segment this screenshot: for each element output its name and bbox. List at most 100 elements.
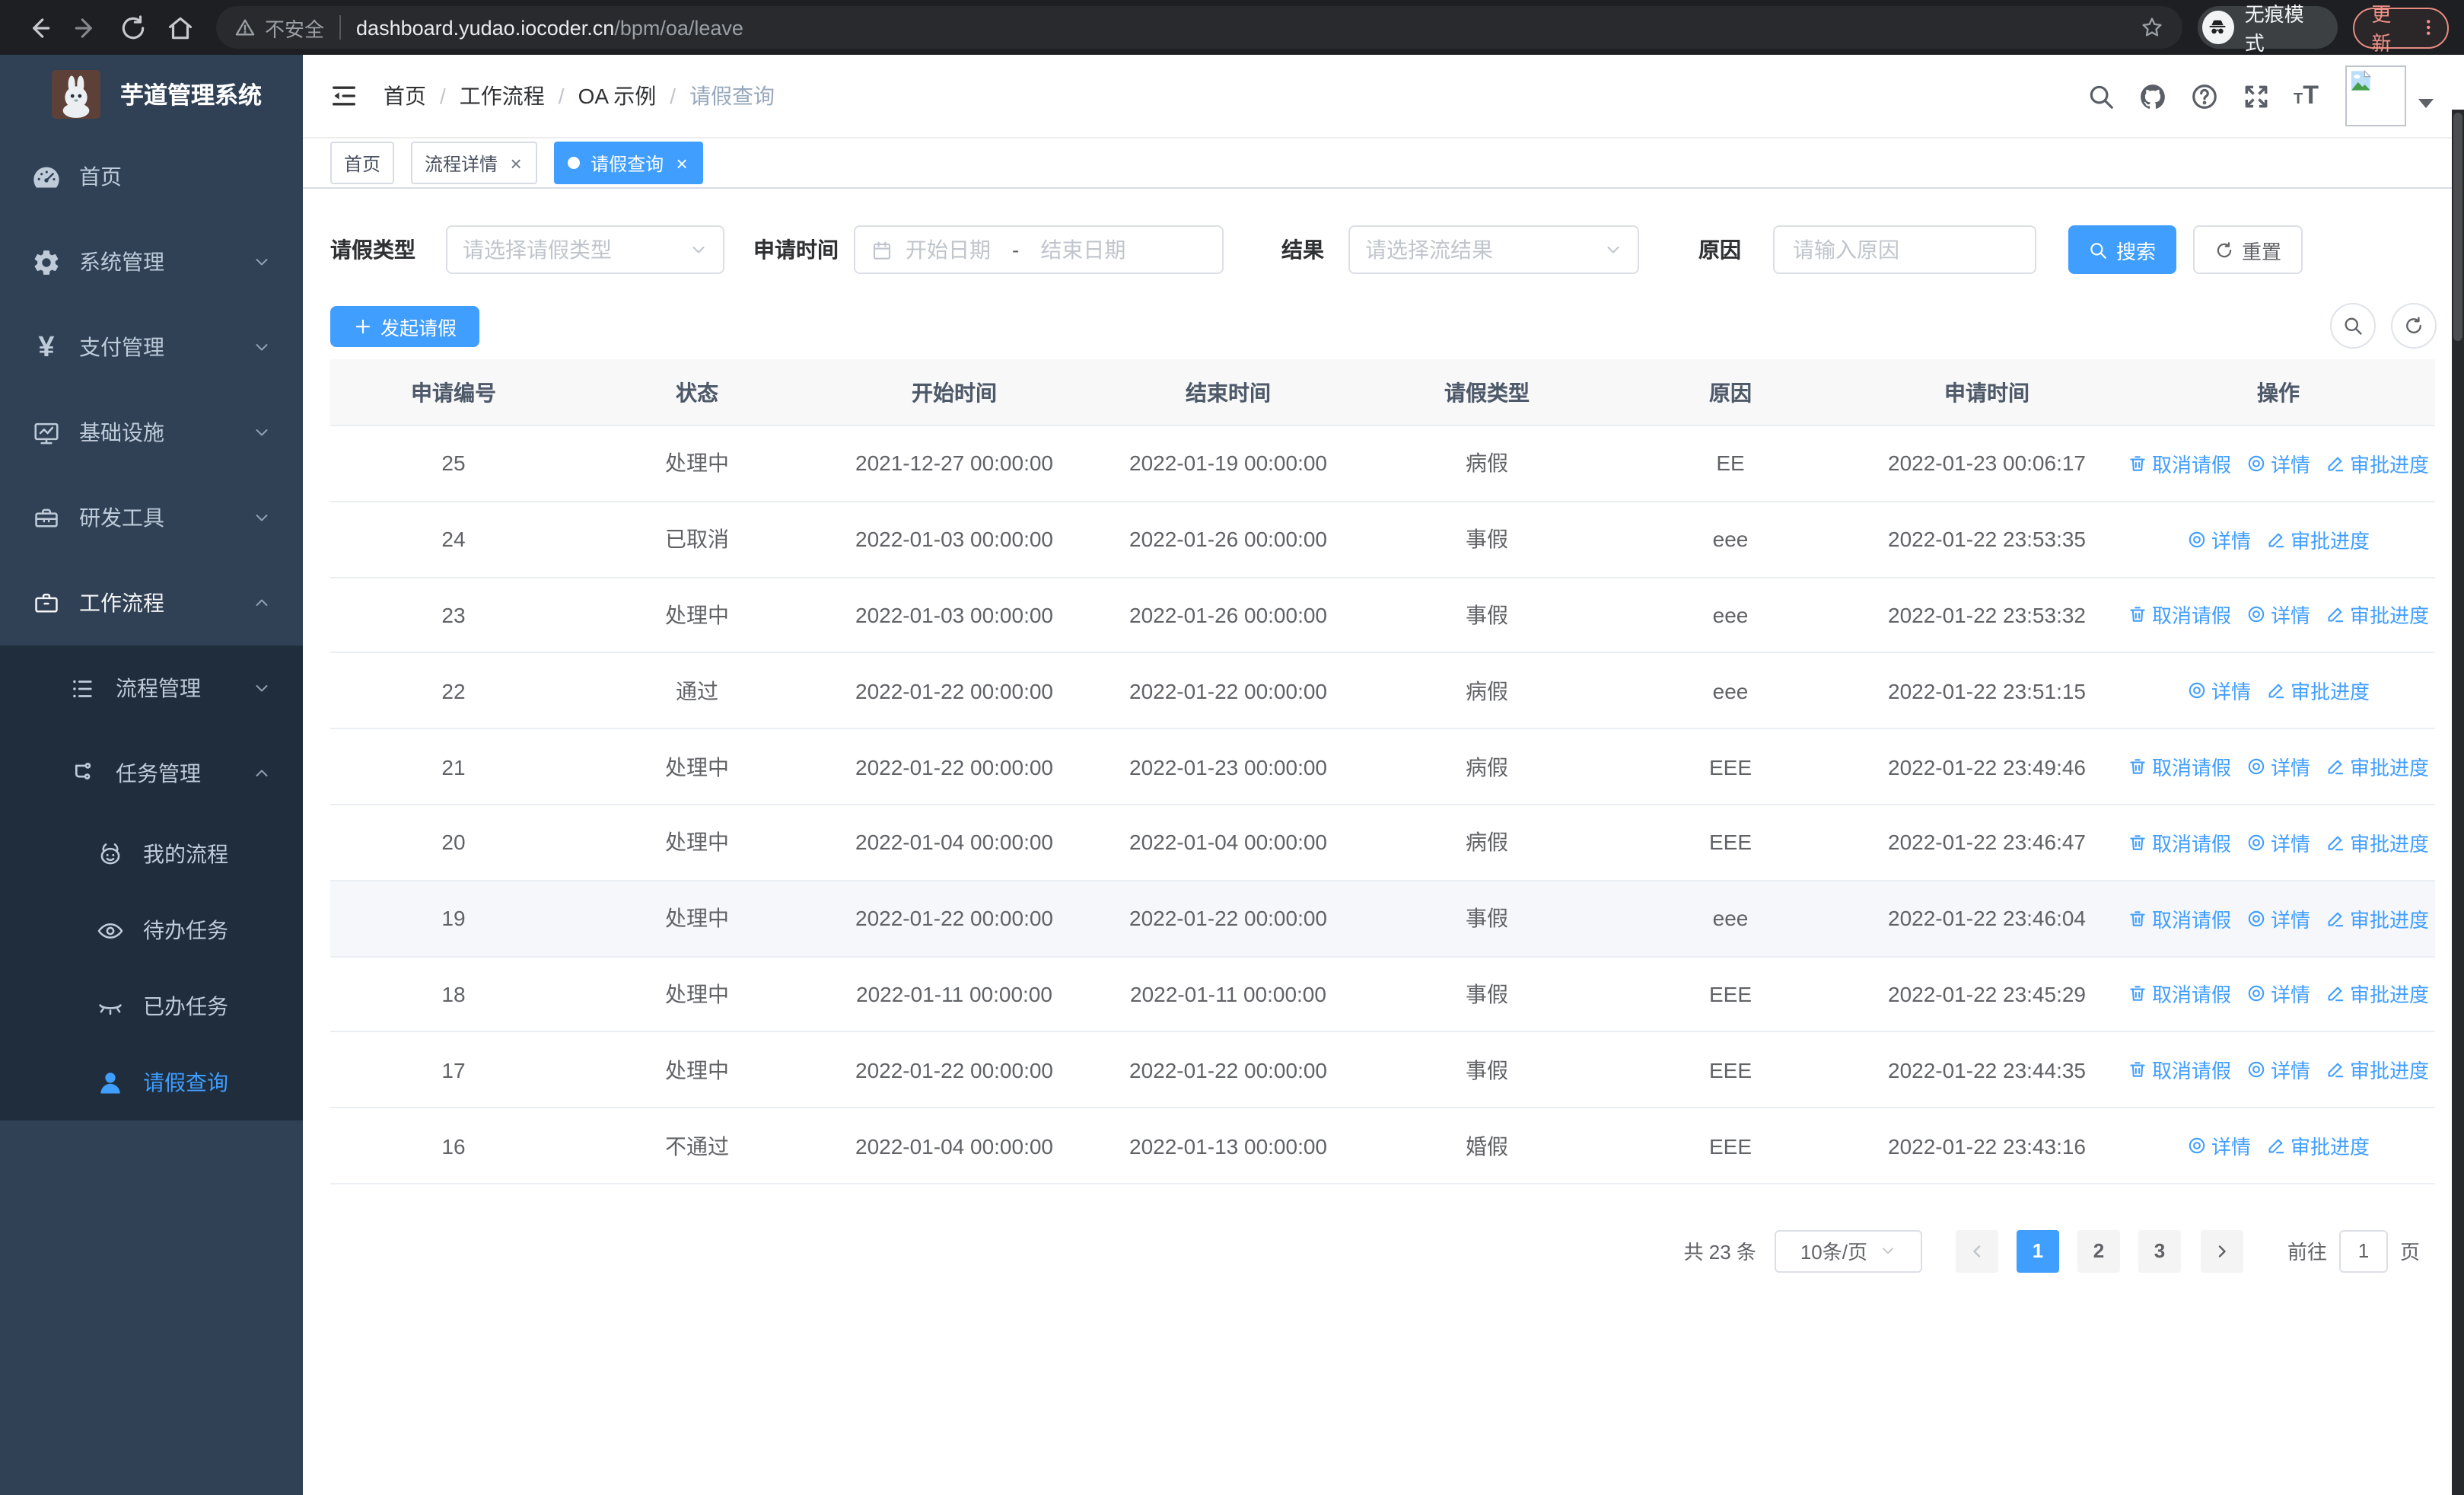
column-header: 申请时间 bbox=[1852, 359, 2122, 426]
sidebar-item-leave-query[interactable]: 请假查询 bbox=[0, 1044, 303, 1120]
action-label: 详情 bbox=[2271, 908, 2311, 932]
cancel-action-link[interactable]: 取消请假 bbox=[2128, 904, 2231, 932]
detail-action-link[interactable]: 详情 bbox=[2246, 449, 2310, 478]
sidebar-item-infrastructure[interactable]: 基础设施 bbox=[0, 390, 303, 475]
scrollbar[interactable] bbox=[2452, 110, 2464, 1495]
url-bar[interactable]: 不安全 dashboard.yudao.iocoder.cn/bpm/oa/le… bbox=[216, 6, 2182, 49]
search-button[interactable]: 搜索 bbox=[2068, 225, 2176, 274]
collapse-sidebar-icon[interactable] bbox=[329, 81, 359, 111]
detail-action-link[interactable]: 详情 bbox=[2187, 1131, 2251, 1160]
cancel-action-link[interactable]: 取消请假 bbox=[2128, 601, 2231, 630]
bookmark-star-icon[interactable] bbox=[2140, 15, 2164, 40]
search-icon[interactable] bbox=[2087, 81, 2115, 110]
breadcrumb-item[interactable]: OA 示例 bbox=[578, 81, 657, 111]
cancel-action-link[interactable]: 取消请假 bbox=[2128, 980, 2231, 1009]
sidebar-item-label: 我的流程 bbox=[143, 842, 228, 866]
detail-action-link[interactable]: 详情 bbox=[2246, 1056, 2310, 1085]
active-tab-dot bbox=[568, 157, 581, 169]
toggle-search-button[interactable] bbox=[2330, 303, 2376, 349]
refresh-table-button[interactable] bbox=[2391, 303, 2437, 349]
tags-bar: 首页 流程详情 × 请假查询 × bbox=[303, 139, 2464, 189]
page-button-3[interactable]: 3 bbox=[2138, 1229, 2181, 1273]
browser-home-icon[interactable] bbox=[166, 13, 195, 42]
fullscreen-icon[interactable] bbox=[2242, 81, 2271, 110]
detail-action-link[interactable]: 详情 bbox=[2246, 601, 2310, 630]
browser-forward-icon[interactable] bbox=[72, 13, 100, 42]
sidebar-item-system[interactable]: 系统管理 bbox=[0, 219, 303, 304]
breadcrumb-item[interactable]: 工作流程 bbox=[460, 81, 545, 111]
browser-menu-icon[interactable] bbox=[2418, 15, 2438, 40]
sidebar-item-process-mgmt[interactable]: 流程管理 bbox=[0, 645, 303, 731]
progress-action-link[interactable]: 审批进度 bbox=[2266, 677, 2370, 706]
cancel-action-link[interactable]: 取消请假 bbox=[2128, 449, 2231, 478]
cancel-action-link[interactable]: 取消请假 bbox=[2128, 1056, 2231, 1085]
detail-action-link[interactable]: 详情 bbox=[2246, 828, 2310, 857]
reason-input[interactable]: 请输入原因 bbox=[1773, 225, 2036, 274]
detail-action-link[interactable]: 详情 bbox=[2187, 677, 2251, 706]
sidebar-item-todo-tasks[interactable]: 待办任务 bbox=[0, 892, 303, 968]
leave-type-select[interactable]: 请选择请假类型 bbox=[446, 225, 724, 274]
progress-action-link[interactable]: 审批进度 bbox=[2326, 601, 2429, 630]
monitor-icon bbox=[32, 418, 61, 447]
close-tab-icon[interactable]: × bbox=[508, 153, 524, 173]
caret-down-icon[interactable] bbox=[2418, 99, 2434, 108]
scrollbar-thumb[interactable] bbox=[2453, 113, 2462, 341]
font-size-icon[interactable]: TT bbox=[2294, 81, 2322, 110]
progress-action-link[interactable]: 审批进度 bbox=[2326, 980, 2429, 1009]
create-leave-button[interactable]: 发起请假 bbox=[330, 305, 480, 346]
action-label: 详情 bbox=[2271, 983, 2311, 1007]
sidebar-item-dev-tools[interactable]: 研发工具 bbox=[0, 475, 303, 560]
close-tab-icon[interactable]: × bbox=[674, 153, 689, 173]
reset-button[interactable]: 重置 bbox=[2193, 225, 2303, 274]
progress-action-link[interactable]: 审批进度 bbox=[2326, 828, 2429, 857]
breadcrumb-item[interactable]: 首页 bbox=[384, 81, 426, 111]
sidebar-item-done-tasks[interactable]: 已办任务 bbox=[0, 968, 303, 1044]
sidebar-item-payment[interactable]: ¥ 支付管理 bbox=[0, 304, 303, 390]
github-icon[interactable] bbox=[2138, 81, 2167, 110]
cell-start: 2022-01-22 00:00:00 bbox=[817, 652, 1091, 730]
browser-back-icon[interactable] bbox=[24, 13, 53, 42]
app-logo[interactable]: 芋道管理系统 bbox=[0, 55, 303, 134]
sidebar-item-home[interactable]: 首页 bbox=[0, 134, 303, 219]
next-page-button[interactable] bbox=[2200, 1229, 2243, 1273]
apply-time-range-picker[interactable]: 开始日期 - 结束日期 bbox=[854, 225, 1224, 274]
tab-流程详情[interactable]: 流程详情 × bbox=[411, 142, 538, 184]
cell-id: 18 bbox=[330, 956, 577, 1033]
detail-action-link[interactable]: 详情 bbox=[2246, 752, 2310, 781]
tab-首页[interactable]: 首页 bbox=[330, 142, 395, 184]
progress-action-link[interactable]: 审批进度 bbox=[2266, 1131, 2370, 1160]
sidebar-item-my-process[interactable]: 我的流程 bbox=[0, 816, 303, 892]
cancel-action-link[interactable]: 取消请假 bbox=[2128, 828, 2231, 857]
cancel-action-link[interactable]: 取消请假 bbox=[2128, 752, 2231, 781]
table-row: 19 处理中 2022-01-22 00:00:00 2022-01-22 00:00… bbox=[330, 880, 2435, 958]
goto-page-input[interactable]: 1 bbox=[2338, 1229, 2388, 1273]
prev-page-button[interactable] bbox=[1955, 1229, 1998, 1273]
page-button-2[interactable]: 2 bbox=[2077, 1229, 2120, 1273]
browser-refresh-icon[interactable] bbox=[119, 13, 148, 42]
avatar[interactable] bbox=[2345, 65, 2406, 126]
sidebar-item-workflow[interactable]: 工作流程 bbox=[0, 560, 303, 645]
sidebar-item-task-mgmt[interactable]: 任务管理 bbox=[0, 731, 303, 816]
progress-action-link[interactable]: 审批进度 bbox=[2266, 524, 2370, 553]
help-icon[interactable] bbox=[2190, 81, 2219, 110]
sidebar-item-label: 首页 bbox=[79, 164, 122, 189]
page-button-1[interactable]: 1 bbox=[2016, 1229, 2059, 1273]
action-label: 详情 bbox=[2211, 529, 2251, 553]
sidebar-item-label: 研发工具 bbox=[79, 505, 164, 530]
cell-type: 病假 bbox=[1365, 728, 1609, 805]
table-row: 20 处理中 2022-01-04 00:00:00 2022-01-04 00:00… bbox=[330, 804, 2435, 881]
update-button[interactable]: 更新 bbox=[2353, 3, 2449, 55]
cell-end: 2022-01-13 00:00:00 bbox=[1091, 1108, 1365, 1184]
progress-action-link[interactable]: 审批进度 bbox=[2326, 449, 2429, 478]
detail-action-link[interactable]: 详情 bbox=[2246, 904, 2310, 932]
progress-action-link[interactable]: 审批进度 bbox=[2326, 904, 2429, 932]
detail-action-link[interactable]: 详情 bbox=[2246, 980, 2310, 1009]
result-select[interactable]: 请选择流结果 bbox=[1348, 225, 1639, 274]
progress-action-link[interactable]: 审批进度 bbox=[2326, 1056, 2429, 1085]
detail-action-link[interactable]: 详情 bbox=[2187, 524, 2251, 553]
chevron-down-icon bbox=[253, 508, 271, 527]
page-size-select[interactable]: 10条/页 bbox=[1774, 1229, 1922, 1273]
reason-label: 原因 bbox=[1698, 237, 1741, 262]
tab-请假查询[interactable]: 请假查询 × bbox=[554, 142, 704, 184]
progress-action-link[interactable]: 审批进度 bbox=[2326, 752, 2429, 781]
